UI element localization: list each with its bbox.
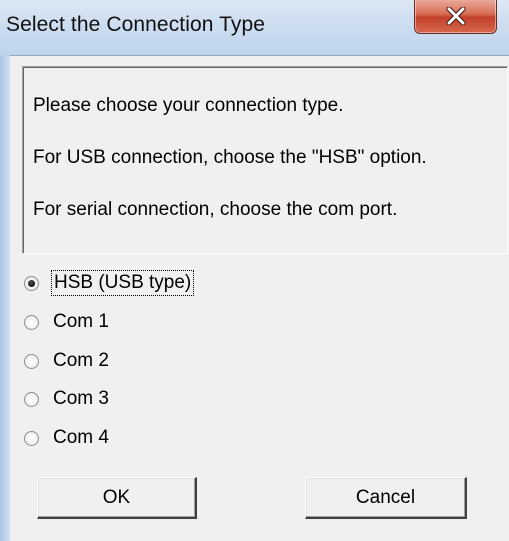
- title-bar[interactable]: Select the Connection Type: [0, 0, 509, 56]
- message-line-2: For USB connection, choose the "HSB" opt…: [33, 147, 427, 168]
- option-label-com1: Com 1: [53, 311, 109, 332]
- message-box: Please choose your connection type. For …: [22, 66, 508, 254]
- radio-button[interactable]: [24, 314, 39, 330]
- option-com2[interactable]: Com 2: [24, 348, 109, 374]
- cancel-button[interactable]: Cancel: [305, 477, 467, 519]
- message-line-1: Please choose your connection type.: [33, 95, 344, 116]
- option-label-hsb: HSB (USB type): [50, 270, 195, 296]
- message-line-3: For serial connection, choose the com po…: [33, 199, 398, 220]
- option-label-com2: Com 2: [53, 350, 109, 371]
- close-x-icon: [446, 6, 465, 25]
- option-com3[interactable]: Com 3: [24, 386, 109, 412]
- option-hsb[interactable]: HSB (USB type): [24, 270, 195, 296]
- radio-button[interactable]: [24, 391, 39, 407]
- option-label-com3: Com 3: [53, 388, 109, 409]
- close-button[interactable]: [414, 0, 497, 34]
- window-title: Select the Connection Type: [6, 13, 266, 36]
- radio-button[interactable]: [24, 430, 39, 446]
- option-label-com4: Com 4: [53, 427, 109, 448]
- ok-button[interactable]: OK: [37, 477, 197, 519]
- dialog-client-area: Please choose your connection type. For …: [10, 56, 509, 541]
- option-com1[interactable]: Com 1: [24, 309, 109, 335]
- radio-button[interactable]: [24, 353, 39, 369]
- radio-button-checked[interactable]: [24, 275, 39, 291]
- option-com4[interactable]: Com 4: [24, 425, 109, 451]
- window-left-border: [0, 56, 10, 541]
